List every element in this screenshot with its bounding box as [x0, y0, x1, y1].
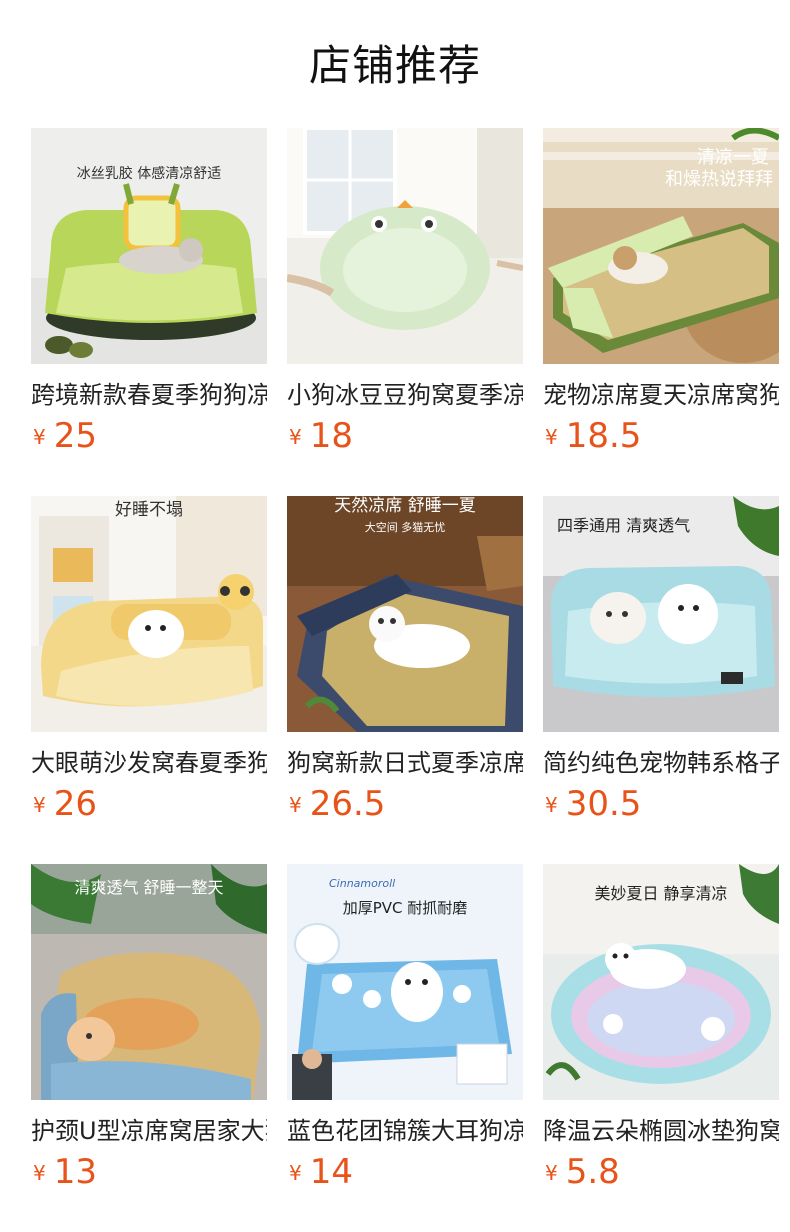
product-price: ¥5.8 — [543, 1152, 779, 1192]
currency-symbol: ¥ — [545, 793, 558, 817]
product-name[interactable]: 蓝色花团锦簇大耳狗凉垫 — [287, 1114, 523, 1148]
product-card[interactable]: 清凉一夏 和燥热说拜拜 宠物凉席夏天凉席窝狗狗垫 ¥18.5 — [543, 128, 779, 496]
image-caption: 清凉一夏 — [697, 147, 769, 168]
currency-symbol: ¥ — [33, 793, 46, 817]
product-name[interactable]: 小狗冰豆豆狗窝夏季凉席垫 — [287, 378, 523, 412]
product-price: ¥14 — [287, 1152, 523, 1192]
product-card[interactable]: 美妙夏日 静享清凉 降温云朵椭圆冰垫狗窝夏 ¥5.8 — [543, 864, 779, 1232]
image-caption: 美妙夏日 静享清凉 — [594, 884, 728, 903]
product-image[interactable]: 冰丝乳胶 体感清凉舒适 — [31, 128, 267, 364]
product-name[interactable]: 跨境新款春夏季狗狗凉席窝 — [31, 378, 267, 412]
currency-symbol: ¥ — [289, 425, 302, 449]
currency-symbol: ¥ — [33, 1161, 46, 1185]
product-card[interactable]: 清爽透气 舒睡一整天 护颈U型凉席窝居家大狗 ¥13 — [31, 864, 267, 1232]
image-caption: 加厚PVC 耐抓耐磨 — [342, 899, 468, 917]
pet-bed-illustration — [31, 864, 267, 1100]
price-value: 18 — [309, 416, 353, 456]
product-image[interactable]: 清凉一夏 和燥热说拜拜 — [543, 128, 779, 364]
image-caption-secondary: 和燥热说拜拜 — [665, 169, 773, 190]
product-card[interactable]: 好睡不塌 大眼萌沙发窝春夏季狗窝 ¥26 — [31, 496, 267, 864]
price-value: 13 — [53, 1152, 97, 1192]
product-price: ¥25 — [31, 416, 267, 456]
product-price: ¥13 — [31, 1152, 267, 1192]
image-caption-secondary: 大空间 多猫无忧 — [364, 521, 446, 534]
pet-bed-illustration — [31, 496, 267, 732]
price-value: 26.5 — [309, 784, 386, 824]
product-price: ¥26.5 — [287, 784, 523, 824]
price-value: 30.5 — [565, 784, 642, 824]
price-value: 18.5 — [565, 416, 642, 456]
currency-symbol: ¥ — [33, 425, 46, 449]
product-image[interactable]: 美妙夏日 静享清凉 — [543, 864, 779, 1100]
image-caption: 天然凉席 舒睡一夏 — [334, 496, 476, 516]
product-name[interactable]: 降温云朵椭圆冰垫狗窝夏 — [543, 1114, 779, 1148]
image-caption: 好睡不塌 — [115, 500, 183, 520]
pet-bed-illustration — [287, 128, 523, 364]
product-grid: 冰丝乳胶 体感清凉舒适 跨境新款春夏季狗狗凉席窝 ¥25 — [31, 128, 779, 1232]
product-name[interactable]: 大眼萌沙发窝春夏季狗窝 — [31, 746, 267, 780]
recommend-page: 店铺推荐 冰丝乳胶 体感清凉舒适 跨境新款春夏季狗狗凉 ¥ 25 小狗冰豆豆狗窝… — [0, 0, 790, 1232]
product-name[interactable]: 简约纯色宠物韩系格子窝 — [543, 746, 779, 780]
product-price: ¥18 — [287, 416, 523, 456]
product-name[interactable]: 狗窝新款日式夏季凉席窝 — [287, 746, 523, 780]
image-caption: 清爽透气 舒睡一整天 — [74, 878, 224, 897]
product-price: ¥26 — [31, 784, 267, 824]
price-value: 25 — [53, 416, 97, 456]
product-card[interactable]: 天然凉席 舒睡一夏 大空间 多猫无忧 狗窝新款日式夏季凉席窝 ¥26.5 — [287, 496, 523, 864]
currency-symbol: ¥ — [289, 1161, 302, 1185]
currency-symbol: ¥ — [545, 1161, 558, 1185]
price-value: 26 — [53, 784, 97, 824]
price-value: 5.8 — [565, 1152, 620, 1192]
brand-caption: Cinnamoroll — [329, 877, 396, 890]
product-card[interactable]: 四季通用 清爽透气 简约纯色宠物韩系格子窝 ¥30.5 — [543, 496, 779, 864]
product-card[interactable]: Cinnamoroll 加厚PVC 耐抓耐磨 蓝色花团锦簇大耳狗凉垫 ¥14 — [287, 864, 523, 1232]
currency-symbol: ¥ — [289, 793, 302, 817]
product-name[interactable]: 宠物凉席夏天凉席窝狗狗垫 — [543, 378, 779, 412]
image-caption: 四季通用 清爽透气 — [557, 516, 691, 535]
page-title: 店铺推荐 — [308, 41, 481, 90]
product-card[interactable]: 冰丝乳胶 体感清凉舒适 跨境新款春夏季狗狗凉席窝 ¥25 — [31, 128, 267, 496]
product-image[interactable]: 天然凉席 舒睡一夏 大空间 多猫无忧 — [287, 496, 523, 732]
product-price: ¥18.5 — [543, 416, 779, 456]
product-image[interactable]: 好睡不塌 — [31, 496, 267, 732]
product-card[interactable]: 小狗冰豆豆狗窝夏季凉席垫 ¥18 — [287, 128, 523, 496]
image-caption: 冰丝乳胶 体感清凉舒适 — [76, 166, 222, 182]
currency-symbol: ¥ — [545, 425, 558, 449]
product-image[interactable] — [287, 128, 523, 364]
product-price: ¥30.5 — [543, 784, 779, 824]
product-image[interactable]: Cinnamoroll 加厚PVC 耐抓耐磨 — [287, 864, 523, 1100]
product-image[interactable]: 四季通用 清爽透气 — [543, 496, 779, 732]
price-value: 14 — [309, 1152, 353, 1192]
product-image[interactable]: 清爽透气 舒睡一整天 — [31, 864, 267, 1100]
product-name[interactable]: 护颈U型凉席窝居家大狗 — [31, 1114, 267, 1148]
